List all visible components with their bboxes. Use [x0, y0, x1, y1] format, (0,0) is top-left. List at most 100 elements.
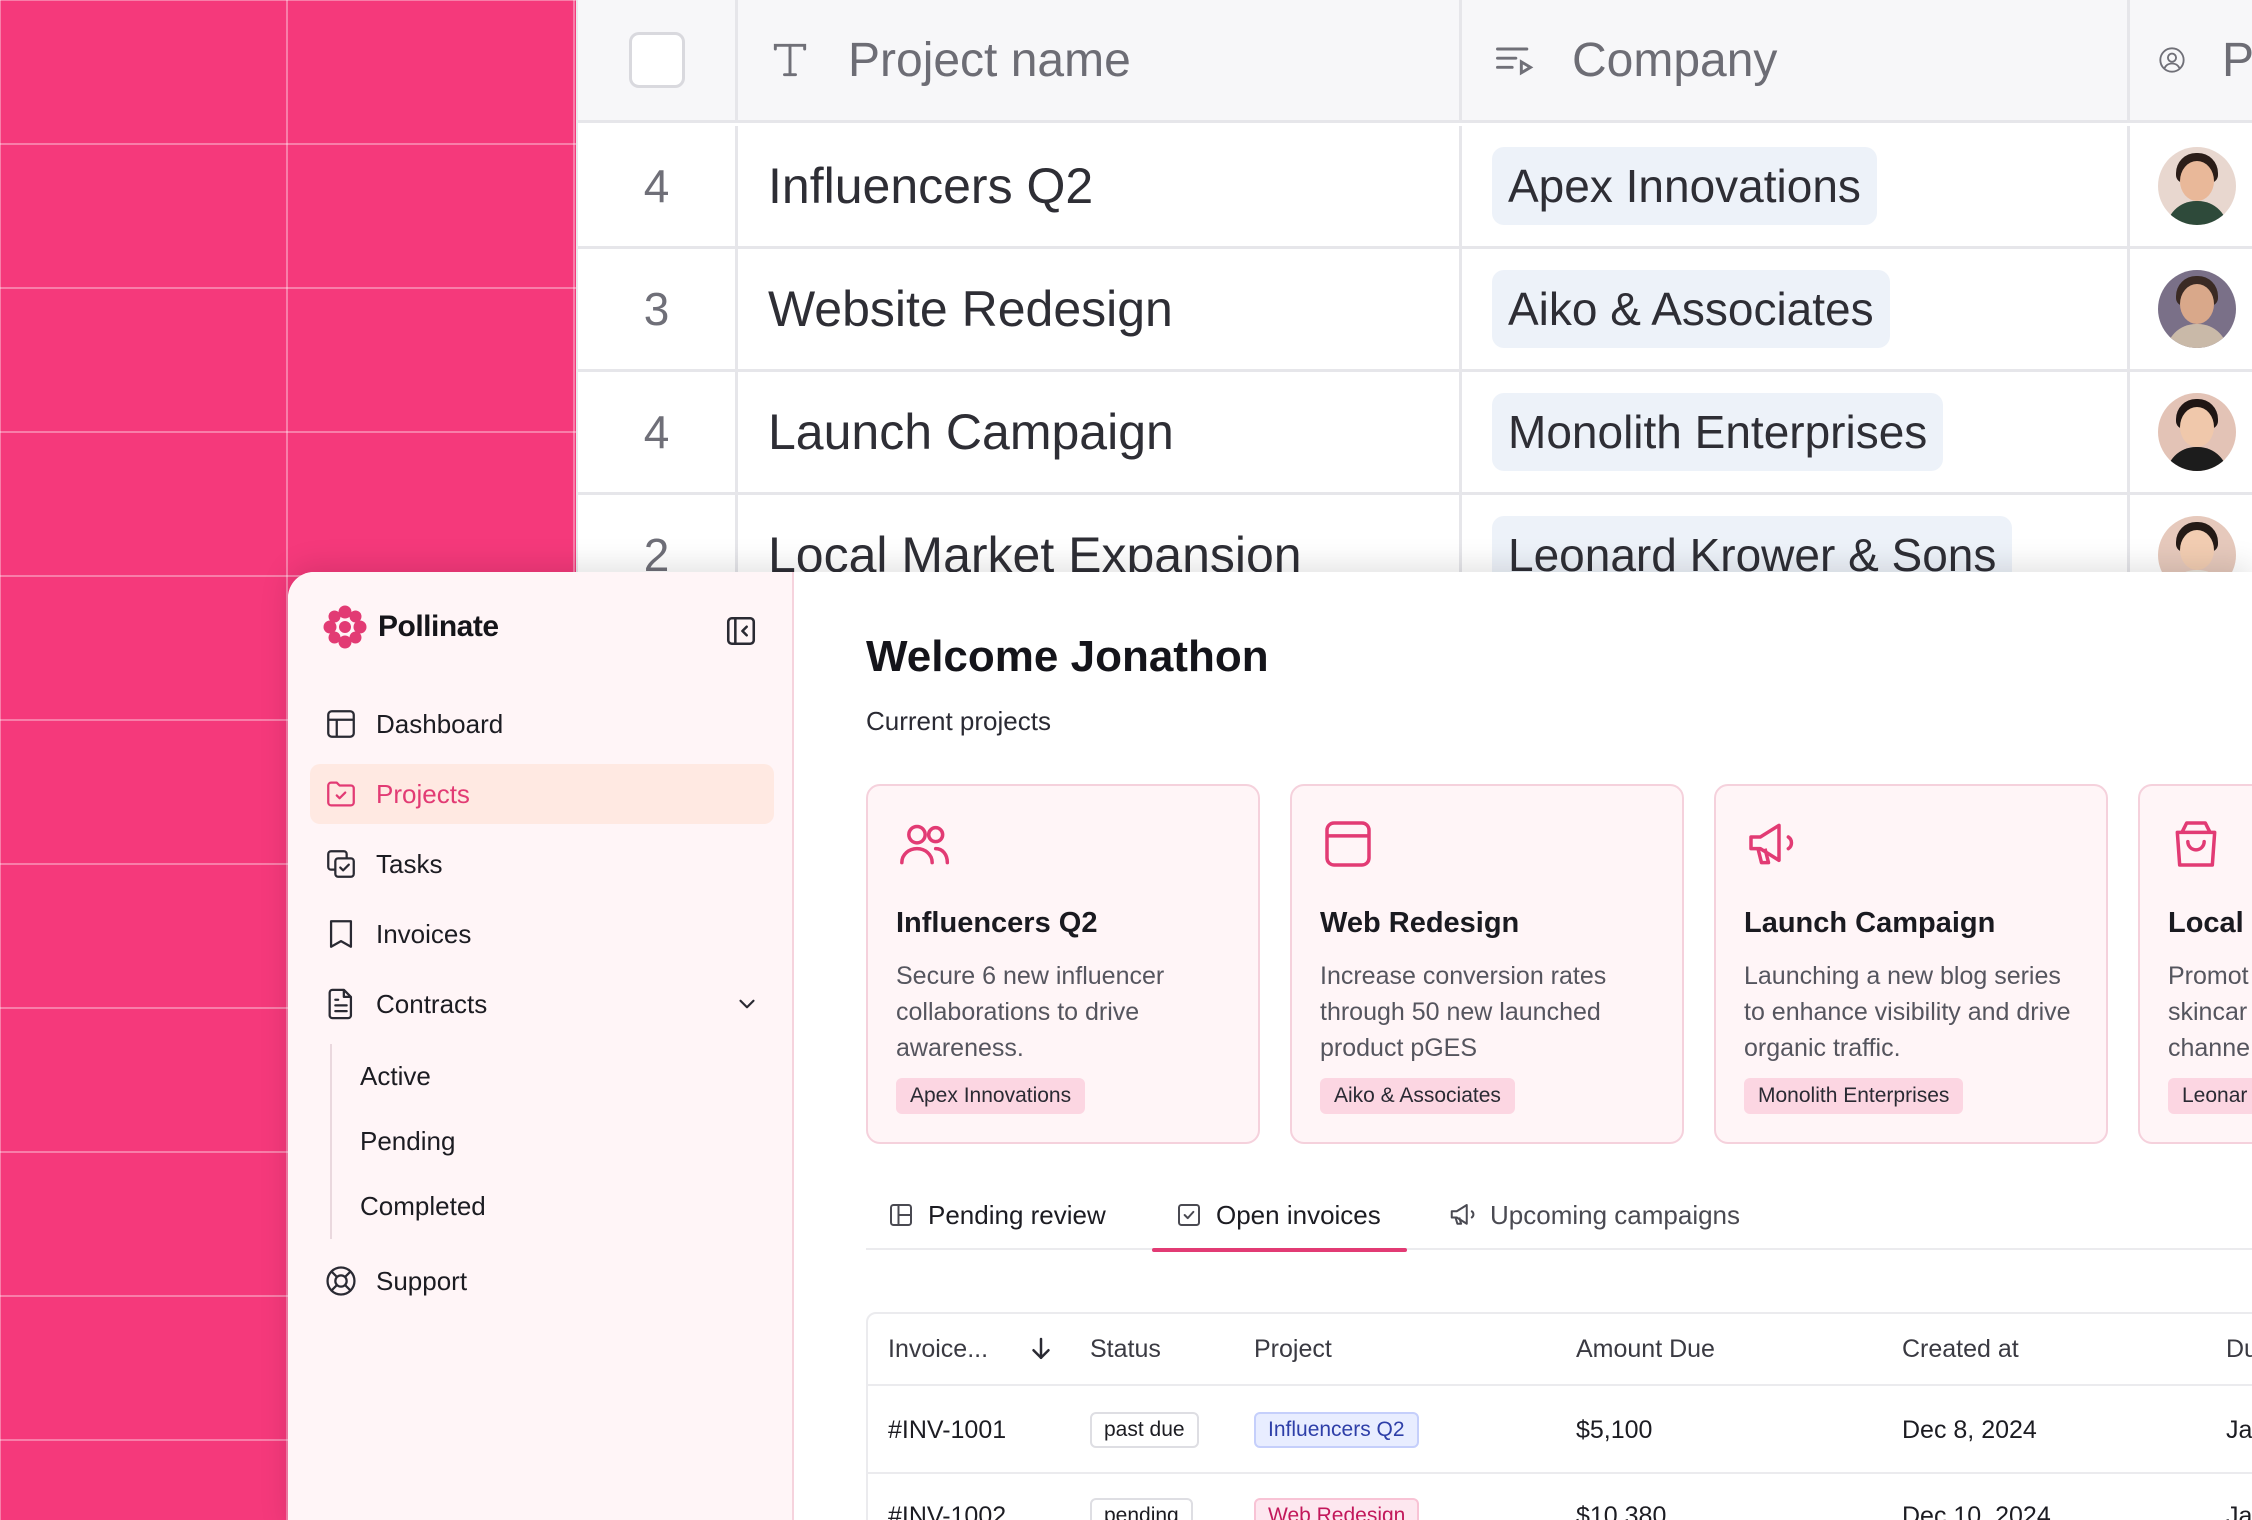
- card-description: Increase conversion rates through 50 new…: [1320, 962, 1607, 1062]
- browser-icon: [1325, 821, 1371, 867]
- column-header-project[interactable]: Project: [1254, 1314, 1332, 1384]
- tab-bar: Pending review Open invoices Upcoming ca…: [866, 1194, 2252, 1252]
- folder-check-icon: [327, 781, 355, 807]
- company-tag: Monolith Enterprises: [1744, 1078, 1964, 1114]
- layout-icon: [890, 1204, 912, 1226]
- sidebar-item-tasks[interactable]: Tasks: [310, 834, 774, 894]
- table-header-row: Project name Company P: [578, 0, 2252, 123]
- project-badge: Influencers Q2: [1254, 1412, 1419, 1448]
- column-header-project-name[interactable]: Project name: [738, 0, 1462, 120]
- sidebar-subitem-completed[interactable]: Completed: [360, 1174, 774, 1239]
- sidebar-item-label: Dashboard: [376, 708, 504, 739]
- created-at: Dec 8, 2024: [1902, 1415, 2037, 1444]
- card-description: Promot skincar channe: [2168, 962, 2251, 1062]
- tab-pending-review[interactable]: Pending review: [886, 1194, 1106, 1250]
- status-badge: past due: [1090, 1412, 1199, 1448]
- company-tag: Aiko & Associates: [1320, 1078, 1515, 1114]
- amount-due: $10,380: [1576, 1501, 1667, 1520]
- page-title: Welcome Jonathon: [866, 632, 1269, 681]
- table-row[interactable]: #INV-1002 pending Web Redesign $10,380 D…: [868, 1474, 2252, 1520]
- table-row[interactable]: 4 Influencers Q2 Apex Innovations: [578, 126, 2252, 249]
- table-row[interactable]: 3 Website Redesign Aiko & Associates: [578, 249, 2252, 372]
- sidebar-item-label: Tasks: [376, 848, 443, 879]
- sidebar-item-projects[interactable]: Projects: [310, 764, 774, 824]
- table-header-row: Invoice... Status Project Amount Due Cre…: [868, 1314, 2252, 1386]
- project-name-cell[interactable]: Influencers Q2: [738, 126, 1462, 246]
- sidebar-subitem-active[interactable]: Active: [360, 1044, 774, 1109]
- due-date: Ja: [2226, 1415, 2252, 1444]
- row-number: 4: [578, 372, 738, 492]
- project-card[interactable]: Web Redesign Increase conversion rates t…: [1290, 784, 1684, 1144]
- select-all-checkbox[interactable]: [628, 32, 685, 88]
- lifebuoy-icon: [326, 1266, 356, 1296]
- project-cell: Influencers Q2: [1254, 1388, 1419, 1472]
- list-select-icon: [1496, 47, 1534, 76]
- column-header-label: Company: [1572, 33, 1778, 87]
- text-type-icon: [773, 43, 807, 77]
- sidebar-nav: Dashboard Projects Tasks Invoices Contra…: [310, 694, 774, 1321]
- company-pill: Apex Innovations: [1492, 147, 1877, 225]
- sidebar-item-contracts[interactable]: Contracts: [310, 974, 774, 1034]
- tasks-icon: [327, 850, 355, 878]
- status-badge: pending: [1090, 1498, 1193, 1520]
- table-row[interactable]: 4 Launch Campaign Monolith Enterprises: [578, 372, 2252, 495]
- brand[interactable]: Pollinate: [322, 604, 499, 650]
- project-card[interactable]: Launch Campaign Launching a new blog ser…: [1714, 784, 2108, 1144]
- tab-upcoming-campaigns[interactable]: Upcoming campaigns: [1448, 1194, 1740, 1250]
- sidebar-item-label: Invoices: [376, 918, 472, 949]
- person-cell[interactable]: [2130, 372, 2252, 492]
- company-cell[interactable]: Aiko & Associates: [1462, 249, 2130, 369]
- status-cell: pending: [1090, 1474, 1193, 1520]
- project-badge: Web Redesign: [1254, 1498, 1420, 1520]
- column-header-created-at[interactable]: Created at: [1902, 1314, 2019, 1384]
- tab-open-invoices[interactable]: Open invoices: [1152, 1194, 1407, 1252]
- company-cell[interactable]: Apex Innovations: [1462, 126, 2130, 246]
- company-cell[interactable]: Monolith Enterprises: [1462, 372, 2130, 492]
- project-name-cell[interactable]: Website Redesign: [738, 249, 1462, 369]
- pollinate-logo-icon: [323, 605, 367, 649]
- card-title: Local I: [2168, 907, 2252, 939]
- person-cell[interactable]: [2130, 249, 2252, 369]
- megaphone-icon: [1450, 1204, 1475, 1225]
- sidebar: Pollinate Dashboard Projects Tasks Invoi…: [288, 572, 794, 1520]
- select-all-cell: [578, 0, 738, 120]
- company-pill: Aiko & Associates: [1492, 270, 1890, 348]
- arrow-down-icon[interactable]: [1026, 1334, 1056, 1364]
- person-cell[interactable]: [2130, 126, 2252, 246]
- table-row[interactable]: #INV-1001 past due Influencers Q2 $5,100…: [868, 1388, 2252, 1474]
- sidebar-item-support[interactable]: Support: [310, 1251, 774, 1311]
- column-header-amount-due[interactable]: Amount Due: [1576, 1314, 1715, 1384]
- project-card[interactable]: Influencers Q2 Secure 6 new influencer c…: [866, 784, 1260, 1144]
- contracts-subnav: Active Pending Completed: [330, 1044, 774, 1239]
- column-header-invoice[interactable]: Invoice...: [888, 1314, 988, 1384]
- column-header-company[interactable]: Company: [1462, 0, 2130, 120]
- column-header-due[interactable]: Du: [2226, 1314, 2252, 1384]
- avatar: [2158, 270, 2236, 348]
- tab-label: Open invoices: [1216, 1200, 1381, 1230]
- row-number: 3: [578, 249, 738, 369]
- invoices-table: Invoice... Status Project Amount Due Cre…: [866, 1312, 2252, 1520]
- invoice-id: #INV-1001: [888, 1415, 1007, 1444]
- created-at: Dec 10, 2024: [1902, 1501, 2051, 1520]
- sidebar-item-label: Support: [376, 1265, 468, 1296]
- company-pill: Monolith Enterprises: [1492, 393, 1944, 471]
- chevron-down-icon[interactable]: [734, 991, 760, 1017]
- sidebar-item-dashboard[interactable]: Dashboard: [310, 694, 774, 754]
- project-cell: Web Redesign: [1254, 1474, 1420, 1520]
- card-description: Launching a new blog series to enhance v…: [1744, 962, 2071, 1062]
- project-card[interactable]: Local I Promot skincar channe Leonar: [2138, 784, 2252, 1144]
- column-header-label: Project name: [848, 33, 1131, 87]
- user-circle-icon: [2159, 47, 2185, 73]
- sidebar-subitem-pending[interactable]: Pending: [360, 1109, 774, 1174]
- column-header-label: P: [2221, 33, 2252, 87]
- project-name-cell[interactable]: Launch Campaign: [738, 372, 1462, 492]
- sidebar-item-invoices[interactable]: Invoices: [310, 904, 774, 964]
- column-header-status[interactable]: Status: [1090, 1314, 1161, 1384]
- card-title: Launch Campaign: [1744, 907, 1996, 939]
- column-header-person[interactable]: P: [2130, 0, 2252, 120]
- shopping-bag-icon: [2175, 821, 2217, 867]
- invoice-id: #INV-1002: [888, 1501, 1007, 1520]
- amount-due: $5,100: [1576, 1415, 1653, 1444]
- collapse-sidebar-icon[interactable]: [724, 614, 758, 648]
- status-cell: past due: [1090, 1388, 1199, 1472]
